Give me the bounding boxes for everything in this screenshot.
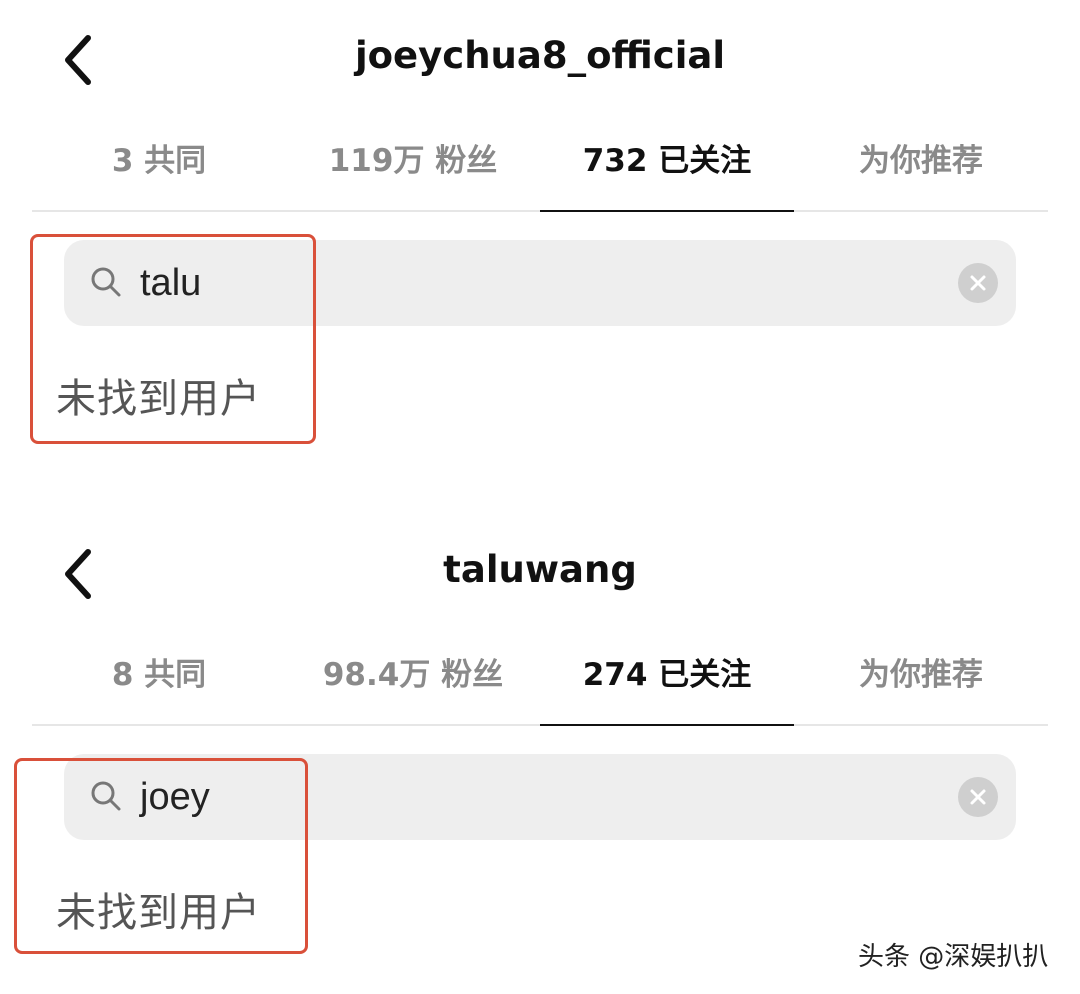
tab-bar: 8 共同 98.4万 粉丝 274 已关注 为你推荐 bbox=[32, 642, 1048, 726]
tab-mutual[interactable]: 8 共同 bbox=[32, 642, 286, 708]
tab-suggested[interactable]: 为你推荐 bbox=[794, 642, 1048, 708]
page-title: joeychua8_official bbox=[354, 34, 726, 77]
following-screen-1: joeychua8_official 3 共同 119万 粉丝 732 已关注 … bbox=[0, 0, 1080, 480]
tab-suggested[interactable]: 为你推荐 bbox=[794, 128, 1048, 194]
highlight-box bbox=[14, 758, 308, 954]
page-title: taluwang bbox=[443, 548, 637, 591]
active-tab-indicator bbox=[540, 210, 794, 212]
highlight-box bbox=[30, 234, 316, 444]
clear-search-button[interactable] bbox=[958, 777, 998, 817]
clear-icon bbox=[970, 275, 986, 291]
tab-following[interactable]: 732 已关注 bbox=[540, 128, 794, 194]
tab-following[interactable]: 274 已关注 bbox=[540, 642, 794, 708]
tab-mutual[interactable]: 3 共同 bbox=[32, 128, 286, 194]
watermark: 头条 @深娱扒扒 bbox=[858, 942, 1049, 972]
clear-search-button[interactable] bbox=[958, 263, 998, 303]
tab-followers[interactable]: 119万 粉丝 bbox=[286, 128, 540, 194]
active-tab-indicator bbox=[540, 724, 794, 726]
following-screen-2: taluwang 8 共同 98.4万 粉丝 274 已关注 为你推荐 joey… bbox=[0, 514, 1080, 994]
tab-bar: 3 共同 119万 粉丝 732 已关注 为你推荐 bbox=[32, 128, 1048, 212]
tab-followers[interactable]: 98.4万 粉丝 bbox=[286, 642, 540, 708]
clear-icon bbox=[970, 789, 986, 805]
